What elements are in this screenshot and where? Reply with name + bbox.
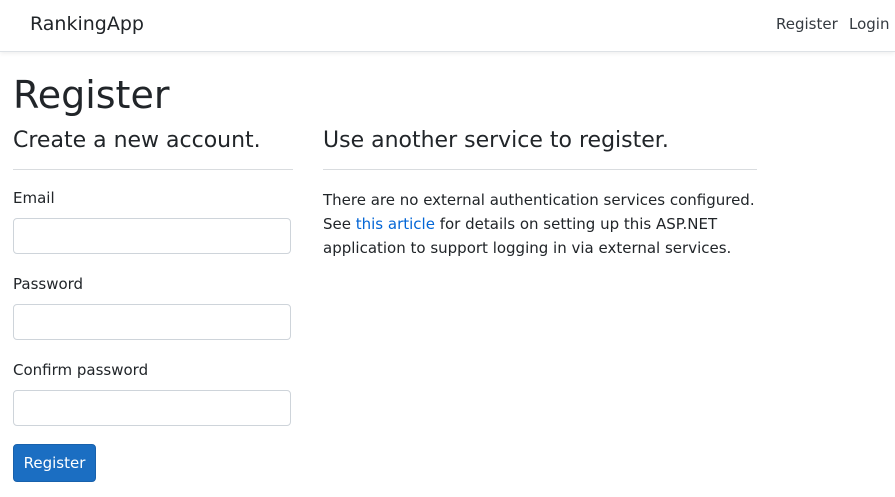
external-heading: Use another service to register. — [323, 128, 669, 153]
register-form: Create a new account. Email Password Con… — [13, 126, 293, 482]
this-article-link[interactable]: this article — [356, 215, 435, 233]
brand-link[interactable]: RankingApp — [30, 13, 144, 35]
confirm-password-label: Confirm password — [13, 361, 149, 379]
email-field[interactable] — [13, 218, 291, 254]
external-login-section: Use another service to register. There a… — [323, 126, 757, 260]
form-divider — [13, 169, 293, 170]
nav-register-link[interactable]: Register — [776, 15, 838, 33]
register-button[interactable]: Register — [13, 444, 96, 482]
top-navbar: RankingApp Register Login — [0, 0, 895, 52]
form-heading: Create a new account. — [13, 128, 261, 153]
nav-login-link[interactable]: Login — [849, 15, 889, 33]
confirm-password-field[interactable] — [13, 390, 291, 426]
password-field[interactable] — [13, 304, 291, 340]
password-label: Password — [13, 275, 84, 293]
email-label: Email — [13, 189, 55, 207]
external-info-text: There are no external authentication ser… — [323, 188, 757, 260]
external-divider — [323, 169, 757, 170]
page-title: Register — [13, 73, 170, 117]
